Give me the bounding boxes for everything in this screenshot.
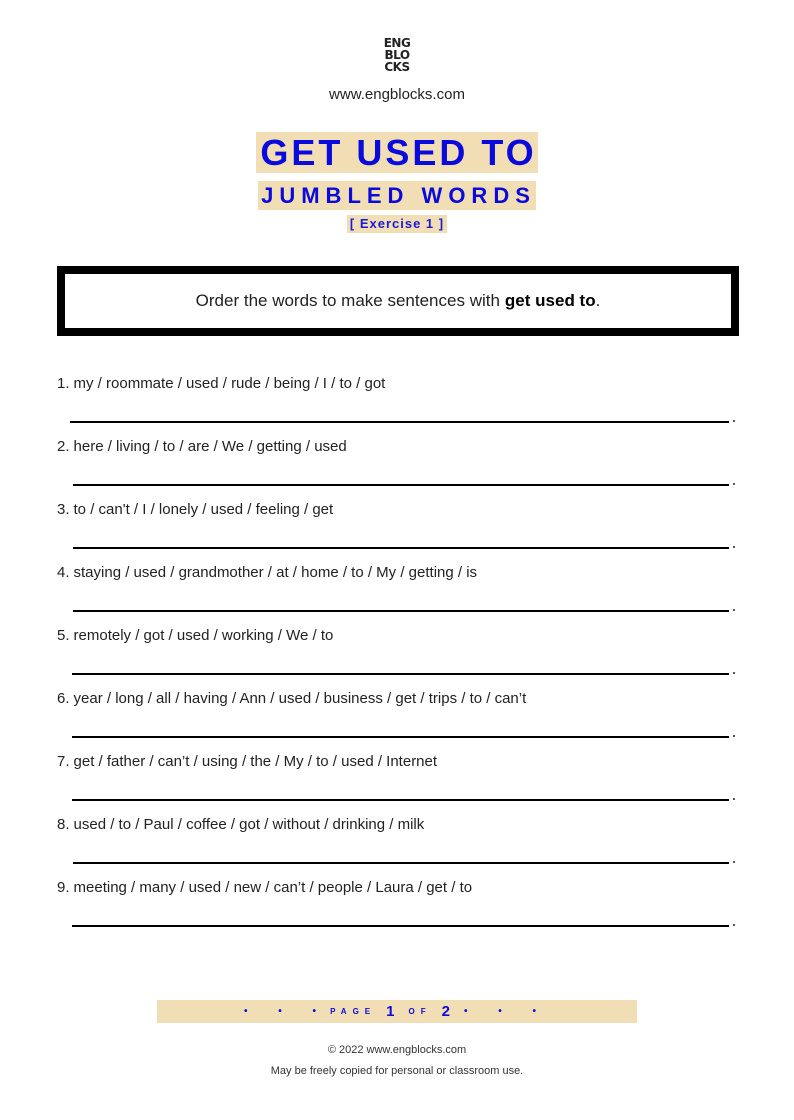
jumbled-words: to / can't / I / lonely / used / feeling… [73, 501, 334, 518]
answer-line[interactable] [73, 484, 729, 486]
jumbled-words: year / long / all / having / Ann / used … [73, 690, 527, 707]
answer-period [733, 735, 735, 737]
answer-period [733, 483, 735, 485]
answer-period [733, 861, 735, 863]
question-number: 4. [57, 564, 70, 581]
question-item: 7. get / father / can’t / using / the / M… [57, 753, 437, 770]
answer-line[interactable] [73, 862, 729, 864]
question-item: 4. staying / used / grandmother / at / ho… [57, 564, 477, 581]
question-item: 8. used / to / Paul / coffee / got / with… [57, 816, 424, 833]
question-number: 1. [57, 375, 70, 392]
website-url: www.engblocks.com [329, 86, 465, 103]
instructions-keyword: get used to [504, 291, 596, 310]
question-number: 8. [57, 816, 70, 833]
question-number: 3. [57, 501, 70, 518]
bullets-left: • • • [244, 1006, 331, 1017]
answer-line[interactable] [70, 421, 729, 423]
logo-line: CKS [384, 60, 410, 74]
question-item: 3. to / can't / I / lonely / used / feeli… [57, 501, 333, 518]
page-indicator: • • • PAGE 1 OF 2 • • • [157, 1000, 637, 1023]
answer-line[interactable] [72, 673, 729, 675]
question-number: 7. [57, 753, 70, 770]
jumbled-words: used / to / Paul / coffee / got / withou… [73, 816, 425, 833]
total-pages: 2 [441, 1003, 450, 1020]
question-item: 1. my / roommate / used / rude / being / … [57, 375, 385, 392]
answer-period [733, 924, 735, 926]
question-item: 2. here / living / to / are / We / gettin… [57, 438, 347, 455]
answer-period [733, 798, 735, 800]
answer-period [733, 546, 735, 548]
question-number: 6. [57, 690, 70, 707]
answer-line[interactable] [72, 925, 729, 927]
instructions-period: . [595, 291, 601, 310]
page-label: PAGE [330, 1007, 377, 1016]
answer-line[interactable] [73, 610, 729, 612]
worksheet-title: GET USED TO [256, 132, 538, 173]
instructions-text: Order the words to make sentences with [195, 291, 500, 310]
current-page: 1 [386, 1003, 395, 1020]
engblocks-logo: ENG BLO CKS [0, 37, 794, 73]
exercise-label: [ Exercise 1 ] [346, 215, 448, 233]
answer-period [733, 609, 735, 611]
jumbled-words: meeting / many / used / new / can’t / pe… [73, 879, 473, 896]
license-text: May be freely copied for personal or cla… [270, 1065, 524, 1077]
answer-line[interactable] [73, 547, 729, 549]
bullets-right: • • • [463, 1006, 550, 1017]
question-item: 9. meeting / many / used / new / can’t / … [57, 879, 472, 896]
question-item: 6. year / long / all / having / Ann / use… [57, 690, 526, 707]
jumbled-words: staying / used / grandmother / at / home… [73, 564, 478, 581]
question-number: 5. [57, 627, 70, 644]
answer-period [733, 420, 735, 422]
jumbled-words: get / father / can’t / using / the / My … [73, 753, 438, 770]
answer-period [733, 672, 735, 674]
answer-line[interactable] [72, 736, 729, 738]
copyright-text: © 2022 www.engblocks.com [327, 1044, 467, 1056]
jumbled-words: remotely / got / used / working / We / t… [73, 627, 334, 644]
question-item: 5. remotely / got / used / working / We /… [57, 627, 333, 644]
of-label: OF [408, 1007, 432, 1016]
worksheet-subtitle: JUMBLED WORDS [258, 181, 536, 210]
jumbled-words: here / living / to / are / We / getting … [73, 438, 347, 455]
jumbled-words: my / roommate / used / rude / being / I … [73, 375, 386, 392]
question-number: 2. [57, 438, 70, 455]
instructions-box: Order the words to make sentences with g… [57, 266, 739, 336]
answer-line[interactable] [72, 799, 729, 801]
question-number: 9. [57, 879, 70, 896]
